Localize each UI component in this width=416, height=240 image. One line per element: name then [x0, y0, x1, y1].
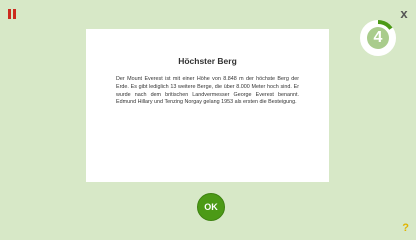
pause-button[interactable]	[8, 9, 16, 19]
close-icon: x	[400, 6, 408, 21]
round-counter: 4	[359, 19, 397, 57]
pause-icon-bar-left	[8, 9, 11, 19]
card-title: Höchster Berg	[178, 56, 237, 66]
card-body: Der Mount Everest ist mit einer Höhe von…	[116, 76, 299, 106]
help-button[interactable]: ?	[402, 223, 409, 234]
info-card: Höchster Berg Der Mount Everest ist mit …	[86, 29, 329, 182]
counter-value: 4	[373, 29, 383, 46]
pause-icon-bar-right	[13, 9, 16, 19]
close-button[interactable]: x	[398, 6, 410, 21]
ok-button[interactable]: OK	[197, 193, 225, 221]
